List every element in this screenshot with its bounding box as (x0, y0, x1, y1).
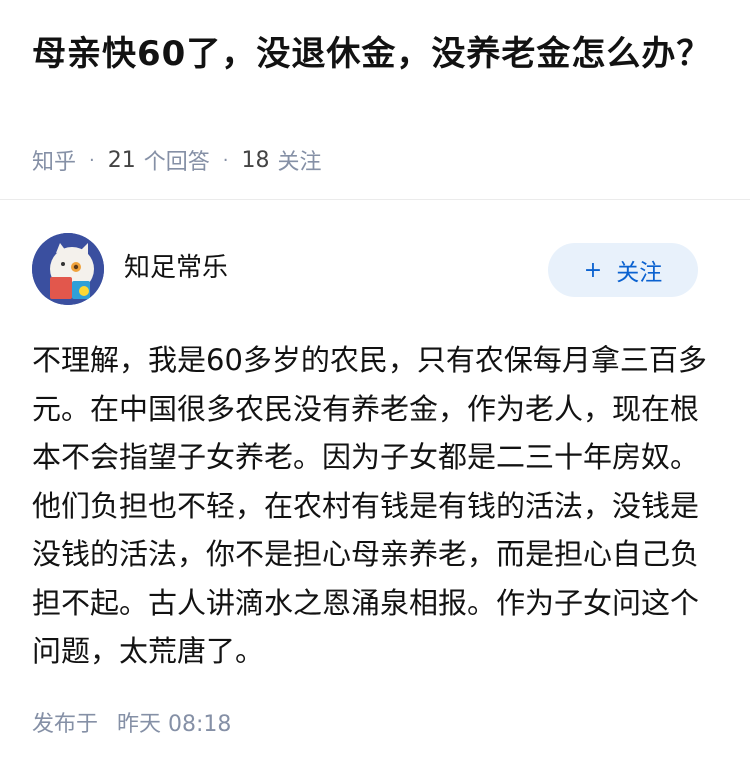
follow-author-button[interactable]: + 关注 (548, 243, 698, 297)
meta-separator-dot: · (222, 149, 229, 171)
avatar-image (32, 233, 104, 305)
author-avatar[interactable] (32, 233, 104, 305)
author-name[interactable]: 知足常乐 (124, 247, 228, 284)
follow-count: 18 (241, 147, 270, 173)
section-divider (0, 199, 750, 200)
question-title[interactable]: 母亲快60了，没退休金，没养老金怎么办？ (32, 28, 722, 80)
publish-info: 发布于 昨天 08:18 (32, 706, 231, 738)
author-row: 知足常乐 + 关注 (32, 233, 698, 305)
question-header: 母亲快60了，没退休金，没养老金怎么办？ (32, 28, 722, 80)
publish-time: 昨天 08:18 (117, 712, 232, 737)
question-meta: 知乎 · 21 个回答 · 18 关注 (32, 143, 322, 177)
answer-count: 21 (107, 147, 136, 173)
answer-count-label[interactable]: 个回答 (144, 144, 210, 176)
question-source[interactable]: 知乎 (32, 144, 76, 176)
publish-label: 发布于 (32, 712, 99, 737)
meta-separator-dot: · (89, 149, 95, 171)
plus-icon: + (583, 257, 603, 283)
follow-count-label: 关注 (277, 150, 322, 175)
answer-content[interactable]: 不理解，我是60多岁的农民，只有农保每月拿三百多元。在中国很多农民没有养老金，作… (32, 336, 722, 676)
follow-button-label: 关注 (616, 260, 663, 286)
